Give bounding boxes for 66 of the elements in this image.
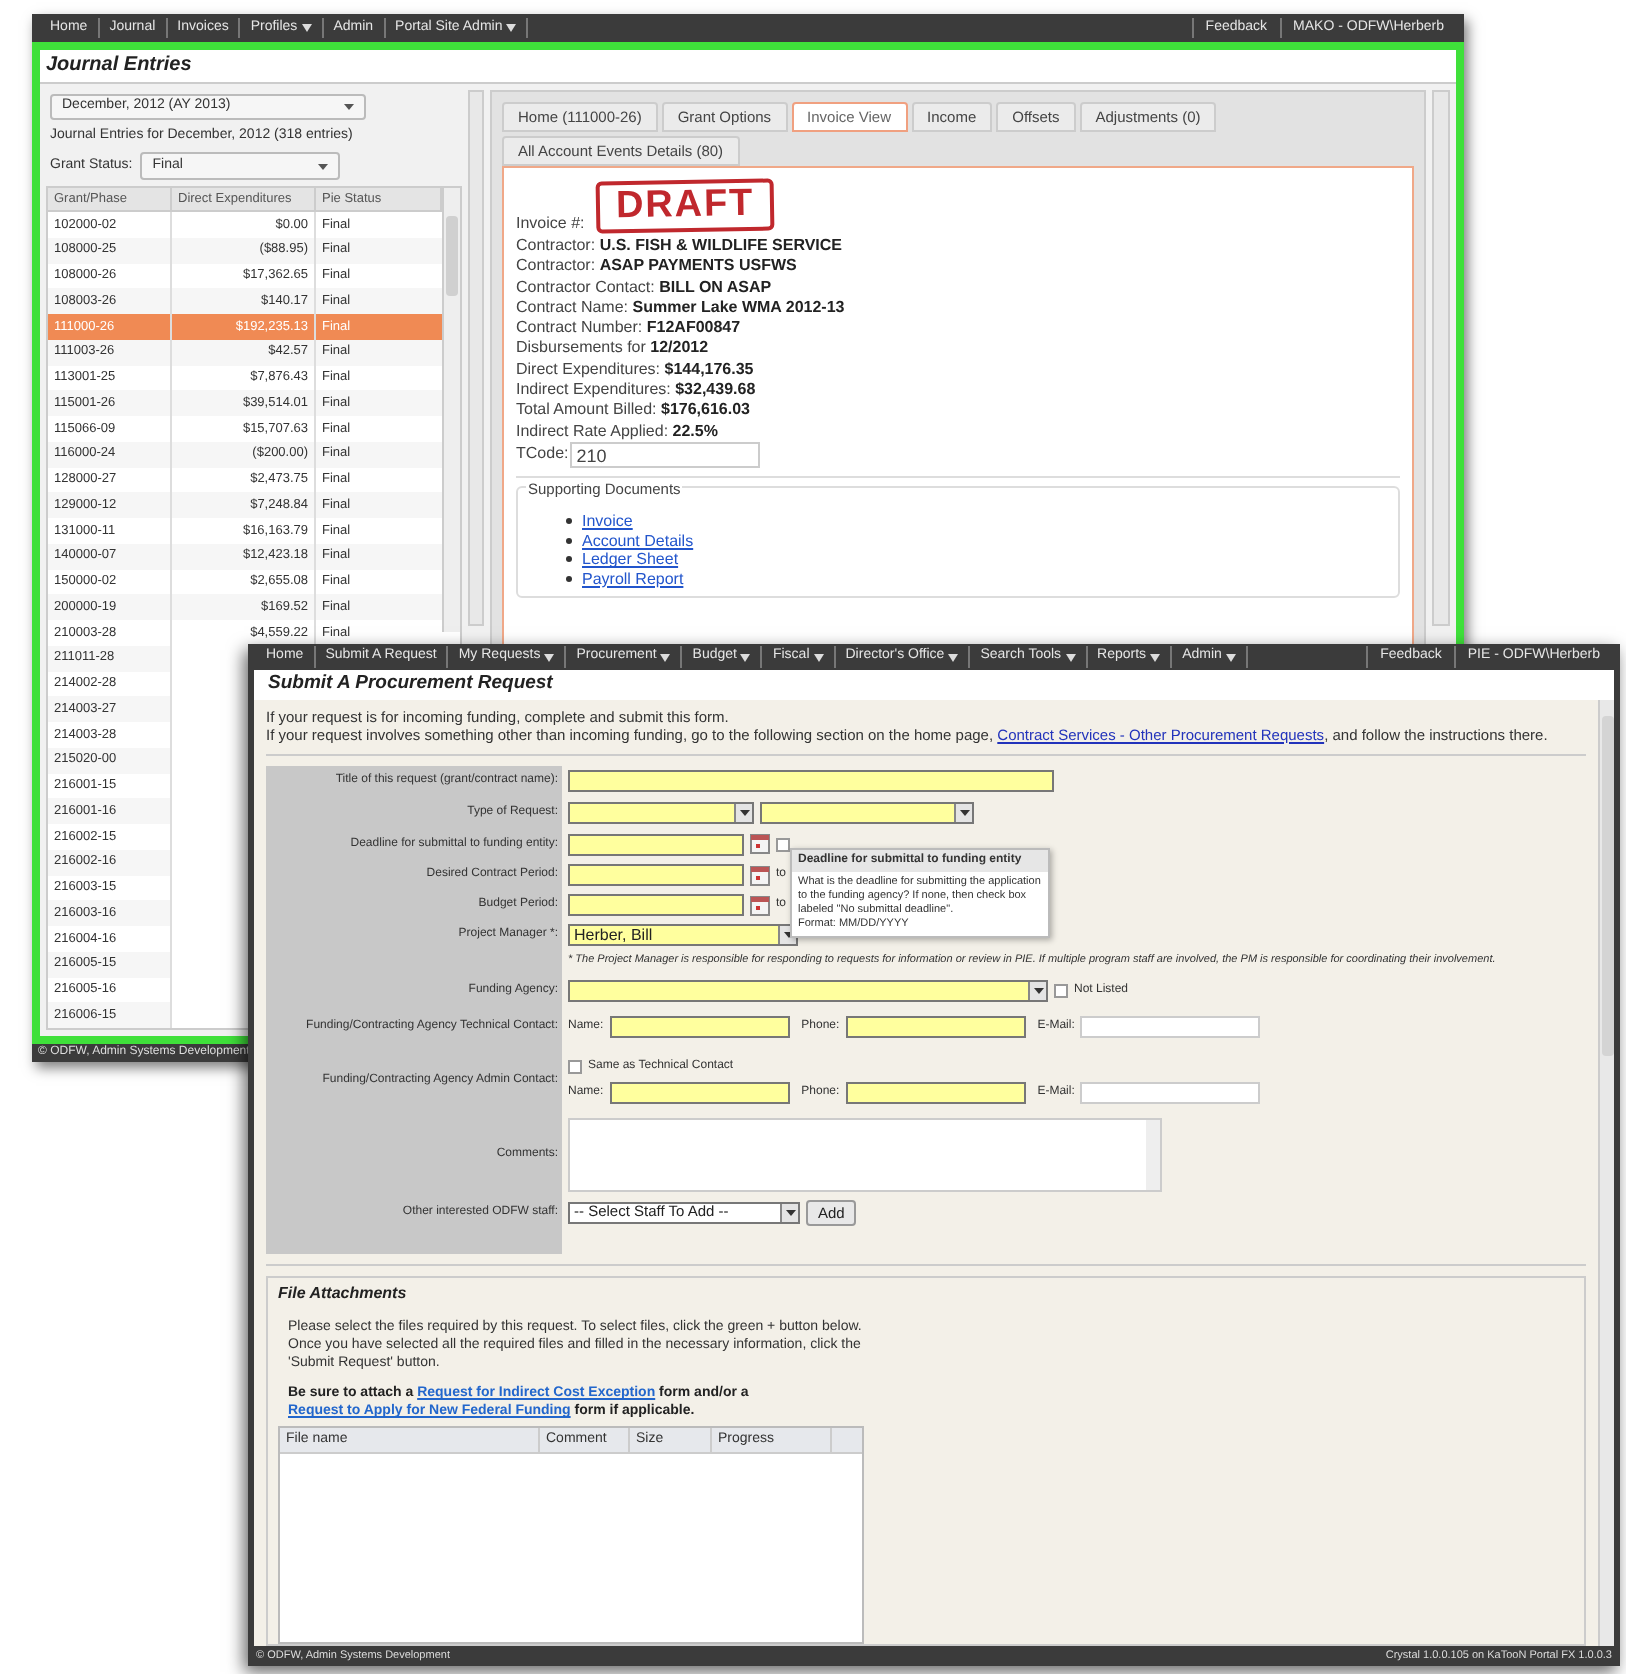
tcode-label: TCode:	[516, 442, 569, 467]
invoice-field: Contract Name: Summer Lake WMA 2012-13	[516, 297, 1400, 319]
dropdown-arrow-icon	[344, 103, 354, 110]
scrollbar[interactable]	[1146, 1119, 1160, 1189]
input-field[interactable]	[609, 1016, 790, 1038]
checkbox[interactable]	[776, 837, 790, 851]
caret-icon	[1225, 653, 1236, 661]
comments-field[interactable]	[568, 1117, 1162, 1191]
document-link[interactable]: Invoice	[582, 512, 633, 532]
input-field[interactable]	[609, 1081, 790, 1103]
caret-icon	[813, 653, 824, 661]
checkbox[interactable]	[1054, 983, 1068, 997]
caret-icon	[506, 24, 517, 32]
invoice-field: Contractor: ASAP PAYMENTS USFWS	[516, 256, 1400, 278]
invoice-number-label: Invoice #:	[516, 212, 585, 236]
dropdown-arrow-icon	[318, 163, 329, 169]
bullet-icon	[566, 518, 572, 525]
caret-icon	[740, 653, 751, 661]
select-field[interactable]	[568, 801, 754, 823]
calendar-icon[interactable]	[750, 895, 770, 915]
checkbox[interactable]	[568, 1059, 582, 1073]
scrollbar[interactable]	[468, 90, 484, 626]
caret-icon	[660, 653, 671, 661]
invoice-field: Indirect Rate Applied: 22.5%	[516, 421, 1400, 442]
invoice-field: Contractor: U.S. FISH & WILDLIFE SERVICE	[516, 236, 1400, 257]
dropdown-arrow-icon	[780, 1203, 798, 1221]
draft-stamp: DRAFT	[596, 178, 776, 234]
scrollbar[interactable]	[1432, 90, 1450, 626]
document-link[interactable]: Account Details	[582, 531, 694, 551]
select-field[interactable]: Herber, Bill	[568, 924, 798, 946]
input-field[interactable]	[1080, 1081, 1261, 1103]
input-field[interactable]	[568, 894, 744, 916]
invoice-field: Direct Expenditures: $144,176.35	[516, 359, 1400, 381]
invoice-field: Disbursements for 12/2012	[516, 338, 1400, 360]
invoice-field: Total Amount Billed: $176,616.03	[516, 400, 1400, 422]
calendar-icon[interactable]	[750, 865, 770, 885]
select-field[interactable]	[760, 801, 974, 823]
section-title: File Attachments	[278, 1282, 409, 1306]
caret-icon	[301, 24, 312, 32]
bullet-icon	[566, 537, 572, 544]
bullet-icon	[566, 556, 572, 563]
caret-icon	[1065, 653, 1076, 661]
invoice-field: Contract Number: F12AF00847	[516, 318, 1400, 339]
input-field[interactable]	[568, 864, 744, 886]
dropdown-arrow-icon	[1028, 981, 1046, 999]
bullet-icon	[566, 575, 572, 582]
caret-icon	[1150, 653, 1161, 661]
calendar-icon[interactable]	[750, 834, 770, 854]
caret-icon	[948, 653, 959, 661]
input-field[interactable]	[845, 1016, 1026, 1038]
document-link[interactable]: Ledger Sheet	[582, 550, 679, 570]
input-field[interactable]	[1080, 1016, 1261, 1038]
select-field[interactable]	[568, 979, 1048, 1001]
scrollbar[interactable]	[442, 188, 460, 632]
tcode-field[interactable]: 210	[570, 441, 761, 468]
input-field[interactable]	[845, 1081, 1026, 1103]
dropdown-arrow-icon	[734, 803, 752, 821]
invoice-field: Indirect Expenditures: $32,439.68	[516, 380, 1400, 401]
caret-icon	[544, 653, 555, 661]
invoice-field: Contractor Contact: BILL ON ASAP	[516, 277, 1400, 298]
page-title: Submit A Procurement Request	[254, 670, 1614, 700]
dropdown-arrow-icon	[954, 803, 972, 821]
input-field[interactable]	[568, 833, 744, 855]
document-link[interactable]: Payroll Report	[582, 569, 684, 589]
input-field[interactable]	[568, 770, 1054, 792]
scrollbar[interactable]	[1598, 700, 1614, 1646]
